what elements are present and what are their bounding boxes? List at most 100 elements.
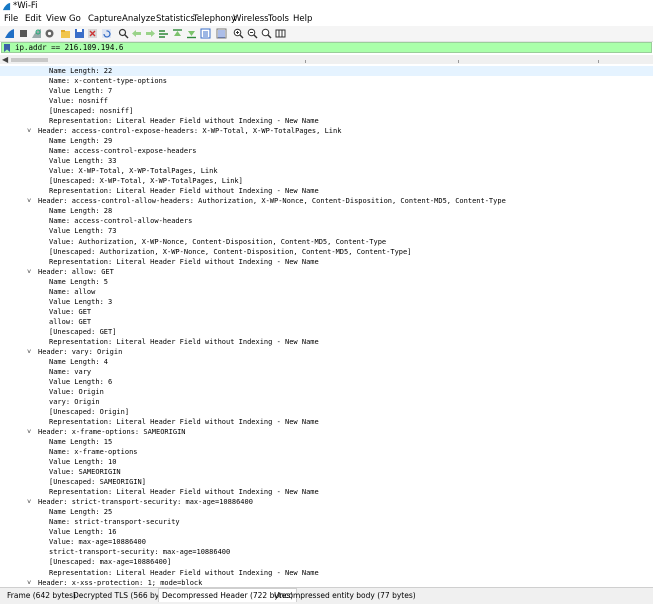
tree-field-row[interactable]: Value: GET bbox=[0, 307, 653, 317]
forward-arrow-icon[interactable] bbox=[145, 28, 156, 39]
stop-icon[interactable] bbox=[18, 28, 29, 39]
chevron-down-icon[interactable]: ˅ bbox=[27, 578, 31, 586]
tree-field-row[interactable]: [Unescaped: max-age=10886400] bbox=[0, 557, 653, 567]
tree-field-row[interactable]: [Unescaped: X-WP-Total, X-WP-TotalPages,… bbox=[0, 176, 653, 186]
restart-icon[interactable] bbox=[31, 28, 42, 39]
menu-help[interactable]: Help bbox=[293, 14, 312, 24]
find-icon[interactable] bbox=[118, 28, 129, 39]
tree-header-row[interactable]: ˅ Header: access-control-expose-headers: … bbox=[0, 126, 653, 136]
tree-field-row[interactable]: Name: strict-transport-security bbox=[0, 517, 653, 527]
zoom-out-icon[interactable] bbox=[247, 28, 258, 39]
tree-field-row[interactable]: strict-transport-security: max-age=10886… bbox=[0, 547, 653, 557]
tree-field-row[interactable]: Value Length: 7 bbox=[0, 86, 653, 96]
menu-capture[interactable]: Capture bbox=[88, 14, 122, 24]
tree-header-row[interactable]: ˅ Header: x-frame-options: SAMEORIGIN bbox=[0, 427, 653, 437]
menu-edit[interactable]: Edit bbox=[25, 14, 41, 24]
tree-header-row[interactable]: ˅ Header: access-control-allow-headers: A… bbox=[0, 196, 653, 206]
tree-field-row[interactable]: Name: access-control-allow-headers bbox=[0, 216, 653, 226]
tree-header-row[interactable]: ˅ Header: vary: Origin bbox=[0, 347, 653, 357]
menu-go[interactable]: Go bbox=[69, 14, 81, 24]
tree-field-row[interactable]: Name Length: 25 bbox=[0, 507, 653, 517]
tree-field-row[interactable]: Name Length: 5 bbox=[0, 277, 653, 287]
menu-file[interactable]: File bbox=[4, 14, 18, 24]
tree-field-row[interactable]: Name Length: 4 bbox=[0, 357, 653, 367]
display-filter-input[interactable]: ip.addr == 216.109.194.6 bbox=[15, 43, 123, 52]
tree-header-row[interactable]: ˅ Header: strict-transport-security: max-… bbox=[0, 497, 653, 507]
go-last-icon[interactable] bbox=[186, 28, 197, 39]
menu-tools[interactable]: Tools bbox=[268, 14, 289, 24]
chevron-down-icon[interactable]: ˅ bbox=[27, 347, 31, 357]
zoom-normal-icon[interactable] bbox=[261, 28, 272, 39]
tree-row-text: Value Length: 33 bbox=[49, 157, 117, 166]
tree-field-row[interactable]: Representation: Literal Header Field wit… bbox=[0, 337, 653, 347]
tree-field-row[interactable]: Representation: Literal Header Field wit… bbox=[0, 257, 653, 267]
tree-field-row[interactable]: [Unescaped: Authorization, X-WP-Nonce, C… bbox=[0, 247, 653, 257]
scroll-left-arrow-icon[interactable]: ◀ bbox=[2, 55, 8, 64]
tree-field-row[interactable]: Representation: Literal Header Field wit… bbox=[0, 568, 653, 578]
tree-header-row[interactable]: ˅ Header: allow: GET bbox=[0, 267, 653, 277]
tree-field-row[interactable]: Name Length: 28 bbox=[0, 206, 653, 216]
go-first-icon[interactable] bbox=[172, 28, 183, 39]
tree-field-row[interactable]: [Unescaped: SAMEORIGIN] bbox=[0, 477, 653, 487]
menu-telephony[interactable]: Telephony bbox=[193, 14, 236, 24]
tree-field-row[interactable]: Name: allow bbox=[0, 287, 653, 297]
menu-wireless[interactable]: Wireless bbox=[233, 14, 269, 24]
horizontal-scrollbar[interactable]: ◀ bbox=[0, 55, 653, 64]
tree-field-row[interactable]: Representation: Literal Header Field wit… bbox=[0, 487, 653, 497]
tree-field-row[interactable]: Value Length: 33 bbox=[0, 156, 653, 166]
tree-field-row[interactable]: Name: vary bbox=[0, 367, 653, 377]
menu-analyze[interactable]: Analyze bbox=[122, 14, 156, 24]
tree-field-row[interactable]: allow: GET bbox=[0, 317, 653, 327]
display-filter-bar[interactable]: ip.addr == 216.109.194.6 bbox=[1, 42, 652, 53]
bookmark-icon[interactable] bbox=[4, 44, 10, 52]
bytes-tab[interactable]: Frame (642 bytes) bbox=[4, 589, 79, 602]
tree-field-row[interactable]: Value: SAMEORIGIN bbox=[0, 467, 653, 477]
tree-field-row[interactable]: [Unescaped: Origin] bbox=[0, 407, 653, 417]
go-to-packet-icon[interactable] bbox=[158, 28, 169, 39]
menu-view[interactable]: View bbox=[46, 14, 66, 24]
colorize-icon[interactable] bbox=[216, 28, 227, 39]
chevron-down-icon[interactable]: ˅ bbox=[27, 427, 31, 437]
scrollbar-thumb[interactable] bbox=[11, 58, 48, 62]
tree-field-row[interactable]: Value: X-WP-Total, X-WP-TotalPages, Link bbox=[0, 166, 653, 176]
tree-field-row[interactable]: Name: x-content-type-options bbox=[0, 76, 653, 86]
close-file-icon[interactable] bbox=[87, 28, 98, 39]
tree-field-row[interactable]: Value: max-age=10886400 bbox=[0, 537, 653, 547]
autoscroll-icon[interactable] bbox=[200, 28, 211, 39]
tree-field-row[interactable]: Name Length: 22 bbox=[0, 66, 653, 76]
back-arrow-icon[interactable] bbox=[131, 28, 142, 39]
tree-field-row[interactable]: Name Length: 29 bbox=[0, 136, 653, 146]
tree-field-row[interactable]: Value Length: 10 bbox=[0, 457, 653, 467]
tree-field-row[interactable]: Value: Authorization, X-WP-Nonce, Conten… bbox=[0, 237, 653, 247]
tree-field-row[interactable]: Representation: Literal Header Field wit… bbox=[0, 417, 653, 427]
options-gear-icon[interactable] bbox=[44, 28, 55, 39]
tree-field-row[interactable]: Value Length: 16 bbox=[0, 527, 653, 537]
chevron-down-icon[interactable]: ˅ bbox=[27, 126, 31, 136]
chevron-down-icon[interactable]: ˅ bbox=[27, 267, 31, 277]
tree-field-row[interactable]: [Unescaped: nosniff] bbox=[0, 106, 653, 116]
resize-columns-icon[interactable] bbox=[275, 28, 286, 39]
shark-fin-start-icon[interactable] bbox=[4, 28, 15, 39]
chevron-down-icon[interactable]: ˅ bbox=[27, 196, 31, 206]
tree-field-row[interactable]: vary: Origin bbox=[0, 397, 653, 407]
tree-field-row[interactable]: Value Length: 73 bbox=[0, 226, 653, 236]
tree-field-row[interactable]: [Unescaped: GET] bbox=[0, 327, 653, 337]
zoom-in-icon[interactable] bbox=[233, 28, 244, 39]
tree-field-row[interactable]: Value Length: 6 bbox=[0, 377, 653, 387]
tree-field-row[interactable]: Name: x-frame-options bbox=[0, 447, 653, 457]
tree-field-row[interactable]: Value: nosniff bbox=[0, 96, 653, 106]
tree-field-row[interactable]: Name: access-control-expose-headers bbox=[0, 146, 653, 156]
menu-statistics[interactable]: Statistics bbox=[156, 14, 195, 24]
tree-field-row[interactable]: Representation: Literal Header Field wit… bbox=[0, 186, 653, 196]
packet-details-tree[interactable]: Name Length: 22 Name: x-content-type-opti… bbox=[0, 66, 653, 586]
tree-field-row[interactable]: Value: Origin bbox=[0, 387, 653, 397]
tree-field-row[interactable]: Representation: Literal Header Field wit… bbox=[0, 116, 653, 126]
save-icon[interactable] bbox=[74, 28, 85, 39]
tree-field-row[interactable]: Name Length: 15 bbox=[0, 437, 653, 447]
reload-icon[interactable] bbox=[101, 28, 112, 39]
open-file-icon[interactable] bbox=[60, 28, 71, 39]
tree-field-row[interactable]: Value Length: 3 bbox=[0, 297, 653, 307]
tree-header-row[interactable]: ˅ Header: x-xss-protection: 1; mode=block bbox=[0, 578, 653, 586]
chevron-down-icon[interactable]: ˅ bbox=[27, 497, 31, 507]
bytes-tab[interactable]: Uncompressed entity body (77 bytes) bbox=[271, 589, 419, 602]
